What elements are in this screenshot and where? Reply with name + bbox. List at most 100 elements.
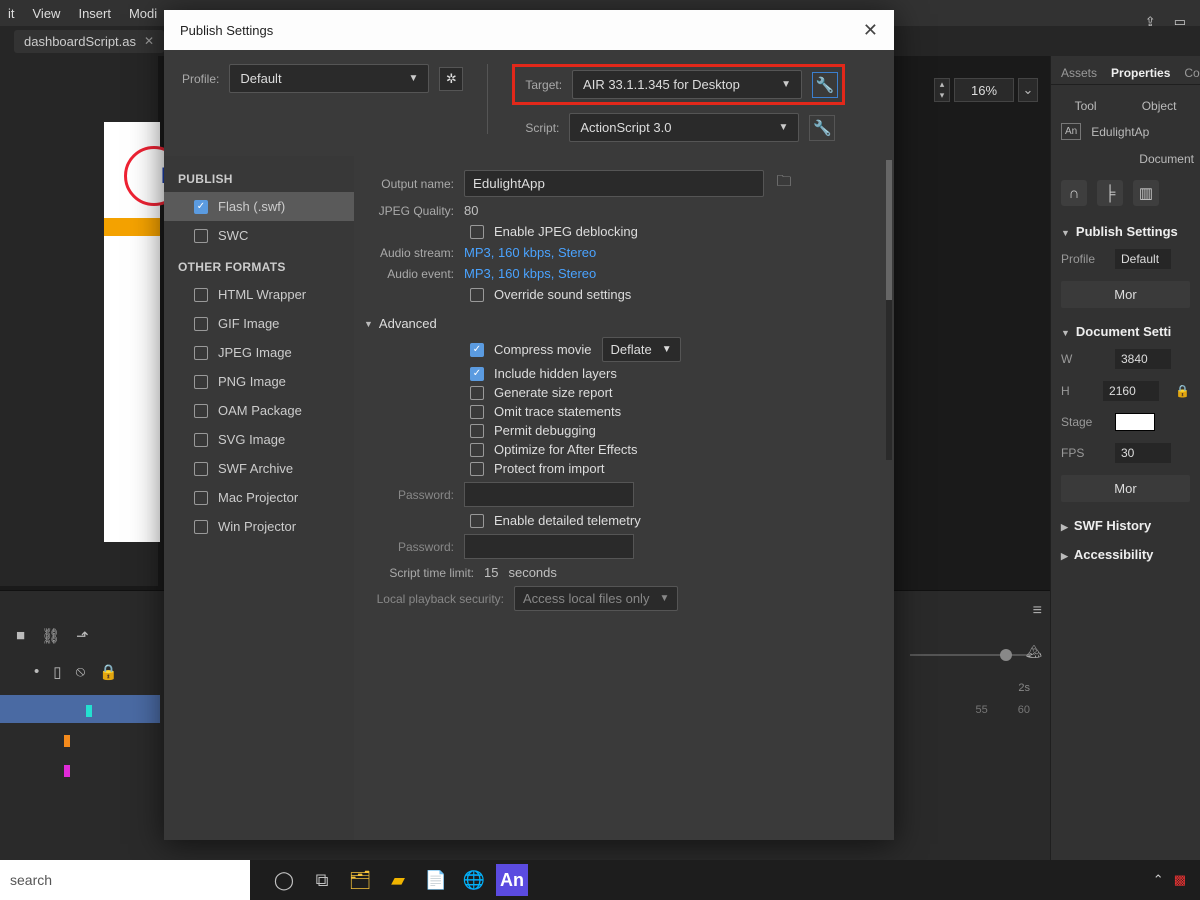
lock-icon[interactable]: 🔒 (1175, 384, 1190, 398)
audio-event-link[interactable]: MP3, 160 kbps, Stereo (464, 266, 596, 281)
taskbar-search[interactable]: search (0, 860, 250, 900)
profile-value[interactable]: Default (1115, 249, 1171, 269)
checkbox-compress[interactable] (470, 343, 484, 357)
page-icon[interactable]: ▯ (53, 663, 61, 681)
slider-knob[interactable] (1000, 649, 1012, 661)
compress-mode-dropdown[interactable]: Deflate▼ (602, 337, 681, 362)
close-icon[interactable]: ✕ (144, 34, 154, 48)
sidebar-item-swf-archive[interactable]: SWF Archive (164, 454, 354, 483)
chrome-icon[interactable]: 🌐 (458, 864, 490, 896)
jpeg-quality-value[interactable]: 80 (464, 203, 478, 218)
subtab-tool[interactable]: Tool (1075, 99, 1097, 113)
tab-assets[interactable]: Assets (1059, 62, 1099, 84)
sidebar-item-html-wrapper[interactable]: HTML Wrapper (164, 280, 354, 309)
zoom-value[interactable]: 16% (954, 78, 1014, 102)
checkbox[interactable] (194, 433, 208, 447)
doc-height[interactable]: 2160 (1103, 381, 1159, 401)
section-publish-settings[interactable]: Publish Settings (1051, 214, 1200, 243)
doc-width[interactable]: 3840 (1115, 349, 1171, 369)
menu-edit[interactable]: it (8, 6, 15, 21)
more-doc-button[interactable]: Mor (1061, 475, 1190, 502)
task-view-icon[interactable]: ⧉ (306, 864, 338, 896)
script-settings-button[interactable]: 🔧 (809, 115, 835, 141)
checkbox-hidden-layers[interactable] (470, 367, 484, 381)
align-icon[interactable]: ╞ (1097, 180, 1123, 206)
checkbox[interactable] (194, 200, 208, 214)
eye-off-icon[interactable]: ⦸ (76, 663, 86, 681)
sticky-notes-icon[interactable]: ▰ (382, 864, 414, 896)
magnet-icon[interactable]: ∩ (1061, 180, 1087, 206)
section-advanced[interactable]: Advanced (364, 316, 876, 331)
sidebar-item-svg[interactable]: SVG Image (164, 425, 354, 454)
zoom-dropdown[interactable]: ⌄ (1018, 78, 1038, 102)
profile-dropdown[interactable]: Default ▼ (229, 64, 429, 93)
target-dropdown[interactable]: AIR 33.1.1.345 for Desktop ▼ (572, 70, 802, 99)
cortana-icon[interactable]: ◯ (268, 864, 300, 896)
tab-dashboardscript[interactable]: dashboardScript.as ✕ (14, 30, 164, 53)
explorer-icon[interactable]: 🗂 (344, 864, 376, 896)
menu-view[interactable]: View (33, 6, 61, 21)
timeline-zoom-slider[interactable] (910, 654, 1030, 656)
script-limit-value[interactable]: 15 (484, 565, 498, 580)
sidebar-item-gif[interactable]: GIF Image (164, 309, 354, 338)
output-name-input[interactable] (464, 170, 764, 197)
audio-stream-link[interactable]: MP3, 160 kbps, Stereo (464, 245, 596, 260)
panel-menu-icon[interactable]: ≡ (1033, 602, 1042, 620)
section-swf-history[interactable]: SWF History (1051, 508, 1200, 537)
checkbox-omit-trace[interactable] (470, 405, 484, 419)
fps-value[interactable]: 30 (1115, 443, 1171, 463)
film-icon[interactable]: ▥ (1133, 180, 1159, 206)
target-settings-button[interactable]: 🔧 (812, 72, 838, 98)
sidebar-item-jpeg[interactable]: JPEG Image (164, 338, 354, 367)
checkbox-permit-debug[interactable] (470, 424, 484, 438)
checkbox-optimize-ae[interactable] (470, 443, 484, 457)
selected-layer[interactable] (0, 695, 160, 723)
checkbox[interactable] (194, 375, 208, 389)
checkbox-telemetry[interactable] (470, 514, 484, 528)
tab-properties[interactable]: Properties (1109, 62, 1172, 84)
menu-modify[interactable]: Modi (129, 6, 157, 21)
tab-color[interactable]: Colo (1182, 62, 1200, 84)
graph-icon[interactable]: ⛓ (41, 627, 60, 645)
animate-icon[interactable]: An (496, 864, 528, 896)
checkbox-jpeg-deblocking[interactable] (470, 225, 484, 239)
dot-icon[interactable]: • (34, 663, 39, 681)
more-settings-button[interactable]: Mor (1061, 281, 1190, 308)
menu-insert[interactable]: Insert (78, 6, 111, 21)
section-accessibility[interactable]: Accessibility (1051, 537, 1200, 566)
tray-chevron-icon[interactable]: ⌃ (1153, 872, 1164, 888)
checkbox[interactable] (194, 520, 208, 534)
scrollbar[interactable] (886, 160, 892, 460)
scrollbar-thumb[interactable] (886, 160, 892, 300)
sidebar-item-flash[interactable]: Flash (.swf) (164, 192, 354, 221)
tray-app-icon[interactable]: ▩ (1174, 872, 1186, 888)
stage-canvas[interactable]: E (104, 122, 160, 542)
workspace-icon[interactable]: ▭ (1174, 14, 1186, 30)
lock-icon[interactable]: 🔒 (99, 663, 118, 681)
share-icon[interactable]: ⇪ (1145, 14, 1156, 30)
checkbox[interactable] (194, 462, 208, 476)
stage-color-swatch[interactable] (1115, 413, 1155, 431)
checkbox[interactable] (194, 404, 208, 418)
folder-icon[interactable]: 🗀 (774, 174, 794, 194)
chart-icon[interactable]: ⬏ (76, 627, 89, 645)
script-dropdown[interactable]: ActionScript 3.0 ▼ (569, 113, 799, 142)
checkbox-protect-import[interactable] (470, 462, 484, 476)
subtab-object[interactable]: Object (1142, 99, 1177, 113)
zoom-stepper[interactable]: ▴▾ (934, 78, 950, 102)
checkbox[interactable] (194, 346, 208, 360)
checkbox[interactable] (194, 491, 208, 505)
sidebar-item-oam[interactable]: OAM Package (164, 396, 354, 425)
sidebar-item-win-projector[interactable]: Win Projector (164, 512, 354, 541)
notepad-icon[interactable]: 📄 (420, 864, 452, 896)
sidebar-item-png[interactable]: PNG Image (164, 367, 354, 396)
section-document-settings[interactable]: Document Setti (1051, 314, 1200, 343)
local-playback-dropdown[interactable]: Access local files only▼ (514, 586, 678, 611)
camera-icon[interactable]: ■ (16, 627, 25, 645)
sidebar-item-swc[interactable]: SWC (164, 221, 354, 250)
checkbox[interactable] (194, 229, 208, 243)
checkbox-override-sound[interactable] (470, 288, 484, 302)
checkbox[interactable] (194, 317, 208, 331)
checkbox[interactable] (194, 288, 208, 302)
profile-options-button[interactable]: ✲ (439, 67, 463, 91)
